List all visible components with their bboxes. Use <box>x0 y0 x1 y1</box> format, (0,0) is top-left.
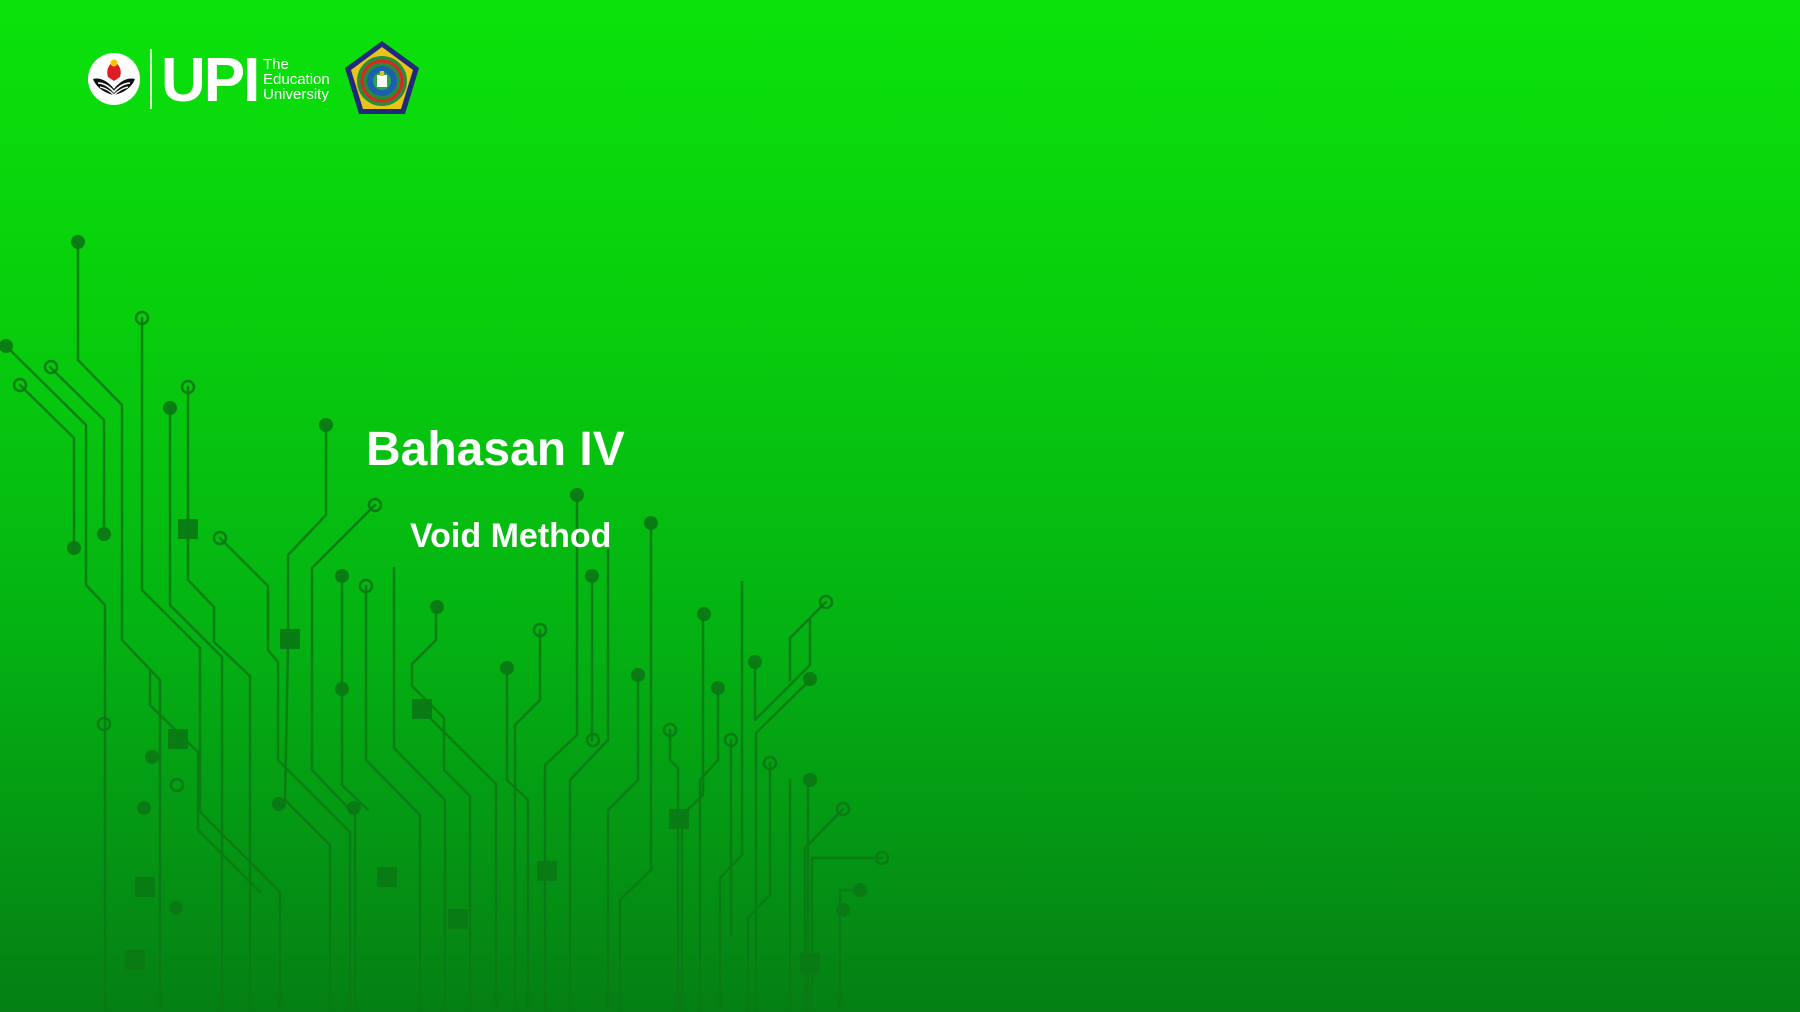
svg-text:UPI: UPI <box>161 47 257 111</box>
presentation-slide: UPI The Education University Bahasan IV … <box>0 0 1800 1012</box>
institution-seal-icon <box>344 41 419 114</box>
slide-subtitle: Void Method <box>410 517 612 555</box>
circuit-board-decoration <box>0 235 890 1012</box>
header-logos: UPI The Education University <box>86 38 422 120</box>
logo-tagline-line: The <box>263 55 289 73</box>
logo-tagline-line: Education <box>263 70 330 88</box>
logo-tagline: The Education University <box>263 57 330 102</box>
logo-tagline-line: University <box>263 85 329 103</box>
title-block: Bahasan IV Void Method <box>366 418 625 555</box>
logo-divider <box>150 49 152 109</box>
slide-title: Bahasan IV <box>366 423 625 476</box>
upi-emblem-icon <box>88 53 140 105</box>
upi-wordmark-logo: UPI <box>161 47 257 111</box>
